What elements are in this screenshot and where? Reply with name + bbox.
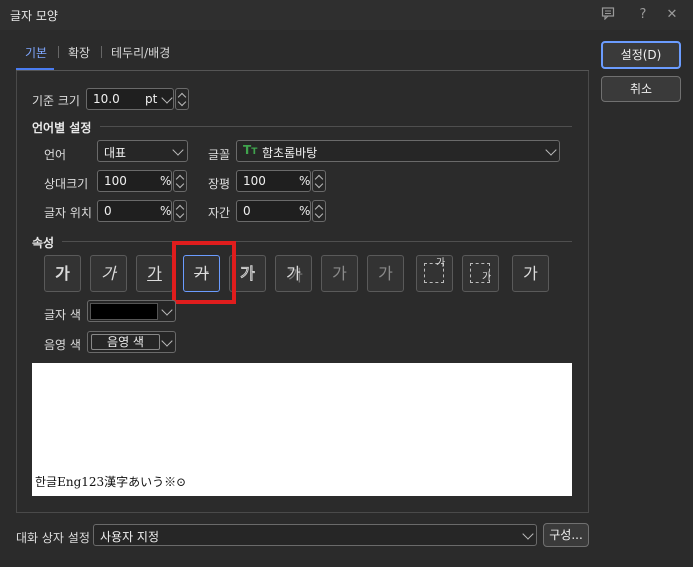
- underline-button[interactable]: 가: [136, 255, 173, 292]
- rel-size-field[interactable]: 100 %: [97, 170, 172, 192]
- chevron-down-icon[interactable]: [161, 92, 173, 104]
- base-size-value: 10.0: [93, 92, 120, 106]
- text-color-swatch: [90, 303, 158, 320]
- tab-separator: [101, 46, 102, 58]
- chevron-down-icon: [545, 144, 557, 156]
- base-size-unit: pt: [145, 92, 158, 106]
- width-ratio-unit: %: [299, 174, 311, 188]
- ok-button[interactable]: 설정(D): [601, 41, 681, 69]
- position-field[interactable]: 0 %: [97, 200, 172, 222]
- section-divider: [62, 241, 572, 242]
- cancel-button[interactable]: 취소: [601, 76, 681, 102]
- arrow-down-icon[interactable]: [314, 209, 324, 219]
- highlight-box: [172, 241, 236, 304]
- position-unit: %: [160, 204, 172, 218]
- bold-button[interactable]: 가: [44, 255, 81, 292]
- lang-section-title: 언어별 설정: [32, 121, 92, 135]
- tab-separator: [58, 46, 59, 58]
- width-ratio-value: 100: [243, 174, 266, 188]
- dialog-setting-label: 대화 상자 설정: [16, 531, 90, 545]
- font-label: 글꼴: [208, 148, 231, 162]
- base-size-label: 기준 크기: [32, 94, 80, 108]
- italic-button[interactable]: 가: [90, 255, 127, 292]
- tab-border-background[interactable]: 테두리/배경: [111, 44, 170, 61]
- arrow-down-icon[interactable]: [314, 179, 324, 189]
- superscript-glyph: 가: [436, 258, 446, 269]
- title-bar: [0, 0, 693, 30]
- compose-button[interactable]: 구성...: [543, 523, 589, 547]
- spacing-field[interactable]: 0 %: [236, 200, 311, 222]
- spacing-unit: %: [299, 204, 311, 218]
- tabs-divider: [16, 70, 589, 71]
- emboss-button[interactable]: 가: [321, 255, 358, 292]
- subscript-glyph: 가: [482, 272, 492, 283]
- preview-area: 한글Eng123漢字あいう※⊙: [32, 363, 572, 496]
- preview-text: 한글Eng123漢字あいう※⊙: [35, 475, 187, 489]
- dialog-setting-value: 사용자 지정: [100, 530, 160, 544]
- truetype-icon: TT: [243, 143, 258, 157]
- spacing-value: 0: [243, 204, 251, 218]
- engrave-button[interactable]: 가: [367, 255, 404, 292]
- window-title: 글자 모양: [10, 9, 58, 23]
- arrow-down-icon[interactable]: [177, 97, 187, 107]
- shade-color-value: 음영 색: [91, 334, 160, 350]
- language-value: 대표: [104, 146, 127, 160]
- language-label: 언어: [44, 148, 67, 162]
- arrow-down-icon[interactable]: [175, 209, 185, 219]
- base-size-stepper[interactable]: [175, 88, 189, 110]
- width-ratio-label: 장평: [208, 177, 231, 191]
- position-label: 글자 위치: [44, 206, 92, 220]
- chevron-down-icon: [161, 335, 173, 347]
- chevron-down-icon: [161, 304, 173, 316]
- comment-icon[interactable]: [599, 6, 617, 24]
- rel-size-value: 100: [104, 174, 127, 188]
- normal-button[interactable]: 가: [512, 255, 549, 292]
- help-icon[interactable]: ?: [634, 6, 652, 24]
- rel-size-unit: %: [160, 174, 172, 188]
- close-icon[interactable]: ✕: [663, 6, 681, 24]
- rel-size-label: 상대크기: [44, 177, 89, 191]
- arrow-down-icon[interactable]: [175, 179, 185, 189]
- text-color-label: 글자 색: [44, 308, 81, 322]
- position-value: 0: [104, 204, 112, 218]
- spacing-label: 자간: [208, 206, 231, 220]
- shadow-button[interactable]: 가: [275, 255, 312, 292]
- spacing-stepper[interactable]: [312, 200, 326, 222]
- chevron-down-icon: [522, 528, 534, 540]
- rel-size-stepper[interactable]: [173, 170, 187, 192]
- attr-section-title: 속성: [32, 236, 55, 250]
- dialog-setting-select[interactable]: 사용자 지정: [93, 524, 537, 546]
- tab-extended[interactable]: 확장: [68, 44, 90, 61]
- position-stepper[interactable]: [173, 200, 187, 222]
- font-select[interactable]: TT 함초롬바탕: [236, 140, 560, 162]
- shade-color-label: 음영 색: [44, 338, 81, 352]
- base-size-field[interactable]: 10.0 pt: [86, 88, 174, 110]
- width-ratio-field[interactable]: 100 %: [236, 170, 311, 192]
- font-value: 함초롬바탕: [262, 146, 318, 160]
- language-select[interactable]: 대표: [97, 140, 188, 162]
- superscript-button[interactable]: 가: [416, 255, 453, 292]
- tab-basic[interactable]: 기본: [25, 44, 47, 61]
- chevron-down-icon: [172, 144, 184, 156]
- width-ratio-stepper[interactable]: [312, 170, 326, 192]
- section-divider: [100, 126, 572, 127]
- shade-color-picker[interactable]: 음영 색: [87, 331, 176, 353]
- subscript-button[interactable]: 가: [462, 255, 499, 292]
